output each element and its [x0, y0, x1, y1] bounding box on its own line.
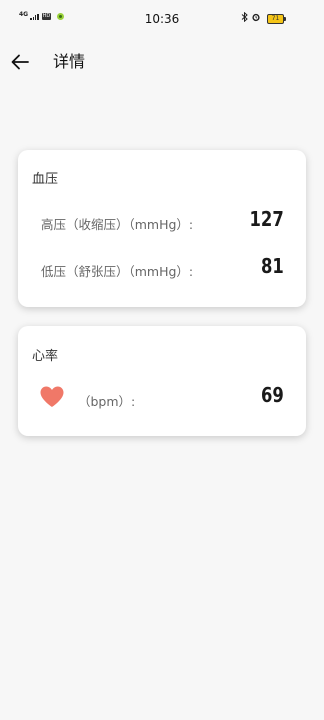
systolic-value: 127 — [249, 207, 284, 231]
blood-pressure-card: 血压 高压（收缩压）（mmHg）: 127 低压（舒张压）（mmHg）: 81 — [18, 150, 306, 307]
back-button[interactable] — [8, 50, 32, 74]
bluetooth-icon — [241, 11, 248, 26]
status-bar: 4G HD 10:36 71 — [0, 0, 324, 38]
battery-icon: 71 — [267, 14, 286, 24]
heart-rate-title: 心率 — [32, 349, 59, 364]
status-right-group: 71 — [241, 11, 286, 26]
heart-rate-value: 69 — [261, 383, 284, 407]
app-header: 详情 — [0, 44, 324, 80]
blood-pressure-title: 血压 — [32, 172, 59, 187]
diastolic-value: 81 — [261, 254, 284, 278]
heart-rate-card: 心率 （bpm）: 69 — [18, 326, 306, 436]
heart-icon — [40, 386, 64, 407]
heart-rate-label: （bpm）: — [78, 394, 136, 409]
diastolic-label: 低压（舒张压）（mmHg）: — [41, 264, 194, 279]
systolic-label: 高压（收缩压）（mmHg）: — [41, 217, 194, 232]
page-title: 详情 — [53, 52, 86, 71]
arrow-left-icon — [11, 54, 29, 70]
alarm-icon — [251, 12, 261, 26]
